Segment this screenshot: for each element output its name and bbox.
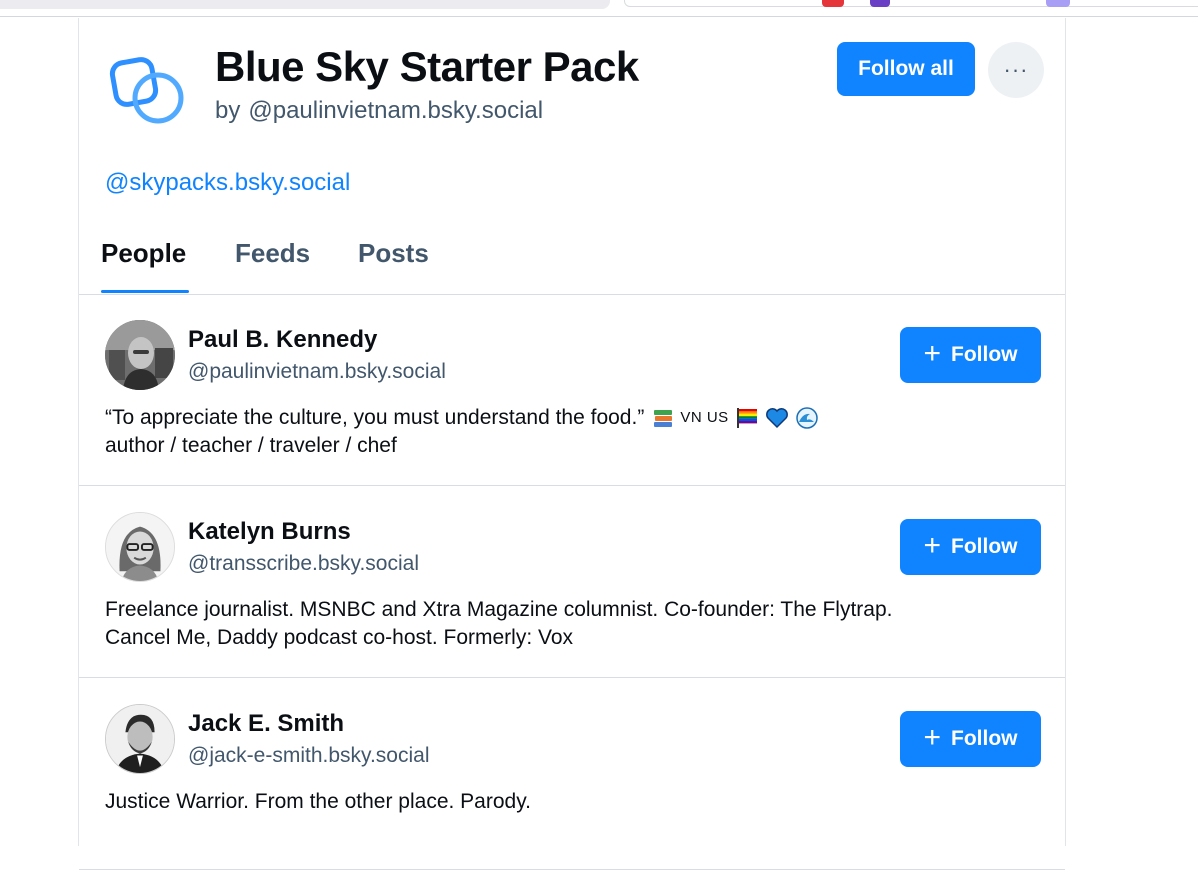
plus-icon: + (923, 720, 942, 754)
extension-badge-red[interactable] (822, 0, 844, 7)
avatar-photo-icon (105, 320, 175, 390)
person-bio: “To appreciate the culture, you must und… (105, 404, 1005, 460)
creator-link[interactable]: @skypacks.bsky.social (105, 169, 350, 197)
more-options-button[interactable]: ··· (988, 42, 1044, 98)
list-item[interactable]: Paul B. Kennedy @paulinvietnam.bsky.soci… (79, 294, 1065, 486)
active-tab-indicator (101, 290, 189, 293)
avatar[interactable] (105, 704, 175, 774)
extension-badge-lilac[interactable] (1046, 0, 1070, 7)
page-title: Blue Sky Starter Pack (215, 43, 639, 90)
flag-letters: VN US (680, 409, 729, 427)
person-bio: Justice Warrior. From the other place. P… (105, 788, 1005, 816)
browser-tab-bar (0, 0, 610, 9)
bio-line: Cancel Me, Daddy podcast co-host. Former… (105, 626, 574, 649)
ellipsis-icon: ··· (1003, 57, 1029, 82)
rainbow-flag-icon (736, 408, 757, 429)
plus-icon: + (923, 528, 942, 562)
author-handle[interactable]: @paulinvietnam.bsky.social (248, 97, 543, 124)
follow-label: Follow (951, 727, 1018, 750)
follow-label: Follow (951, 343, 1018, 366)
avatar[interactable] (105, 512, 175, 582)
follow-label: Follow (951, 535, 1018, 558)
tab-bar: People Feeds Posts (79, 224, 1065, 295)
person-name[interactable]: Katelyn Burns (188, 518, 351, 546)
bio-line: Freelance journalist. MSNBC and Xtra Mag… (105, 598, 893, 621)
tab-feeds[interactable]: Feeds (235, 238, 310, 269)
follow-all-button[interactable]: Follow all (837, 42, 975, 96)
person-name[interactable]: Paul B. Kennedy (188, 326, 377, 354)
list-item[interactable]: Jack E. Smith @jack-e-smith.bsky.social … (79, 678, 1065, 870)
avatar-illustration-icon (106, 513, 174, 581)
extension-badge-purple[interactable] (870, 0, 890, 7)
avatar[interactable] (105, 320, 175, 390)
person-bio: Freelance journalist. MSNBC and Xtra Mag… (105, 596, 1005, 652)
blue-heart-icon (765, 408, 788, 429)
browser-top-strip (0, 0, 1198, 18)
tab-posts[interactable]: Posts (358, 238, 429, 269)
starter-pack-logo-icon (109, 57, 184, 124)
starter-pack-column: Blue Sky Starter Pack by @paulinvietnam.b… (78, 18, 1066, 870)
browser-toolbar (624, 0, 1198, 7)
tab-people[interactable]: People (101, 238, 186, 269)
person-name[interactable]: Jack E. Smith (188, 710, 344, 738)
pack-author: by @paulinvietnam.bsky.social (215, 97, 543, 125)
bio-emoji-row: VN US (652, 404, 818, 432)
plus-icon: + (923, 336, 942, 370)
person-handle[interactable]: @transscribe.bsky.social (188, 552, 419, 576)
list-item[interactable]: Katelyn Burns @transscribe.bsky.social +… (79, 486, 1065, 678)
person-handle[interactable]: @jack-e-smith.bsky.social (188, 744, 429, 768)
follow-button[interactable]: + Follow (900, 711, 1041, 767)
by-label: by (215, 97, 241, 124)
browser-divider (0, 16, 1198, 17)
books-icon (654, 410, 673, 428)
wave-icon (795, 407, 818, 430)
follow-button[interactable]: + Follow (900, 519, 1041, 575)
bio-line: Justice Warrior. From the other place. P… (105, 790, 531, 813)
person-handle[interactable]: @paulinvietnam.bsky.social (188, 360, 446, 384)
bio-line: “To appreciate the culture, you must und… (105, 404, 1005, 432)
bio-line: author / teacher / traveler / chef (105, 434, 397, 458)
avatar-portrait-icon (106, 705, 174, 773)
follow-button[interactable]: + Follow (900, 327, 1041, 383)
